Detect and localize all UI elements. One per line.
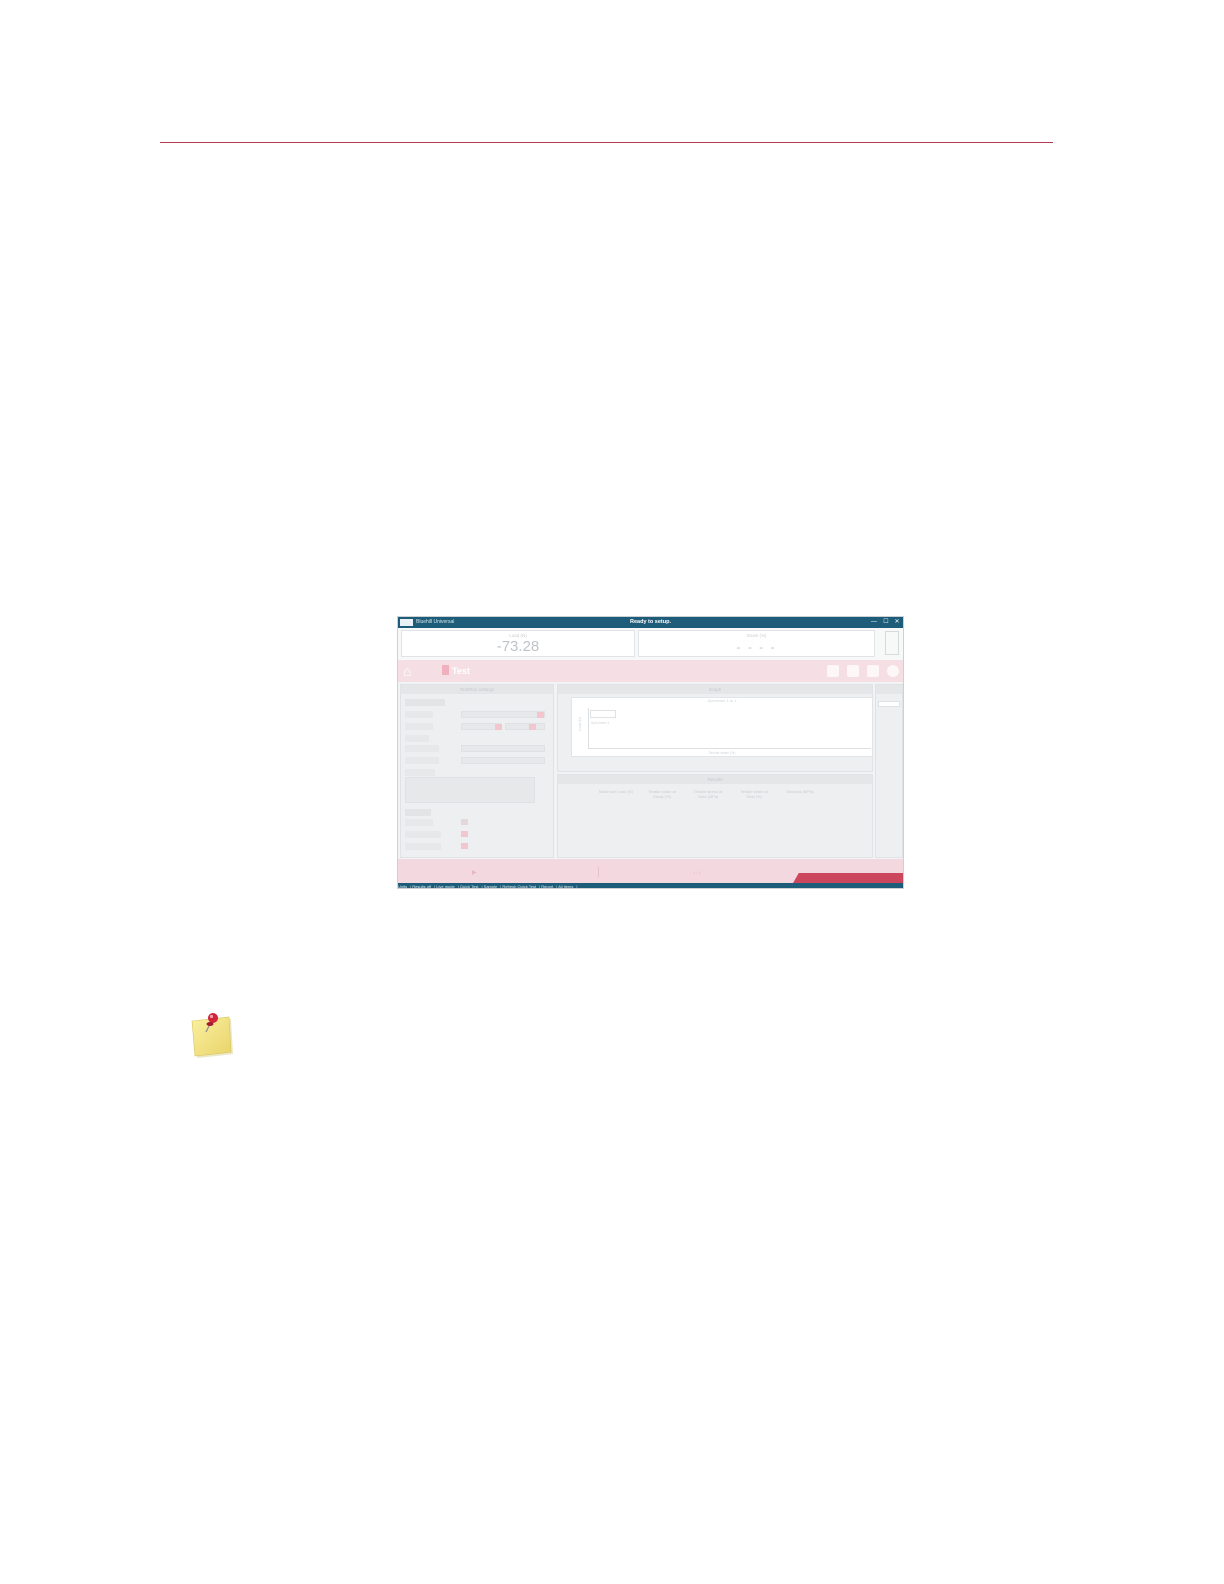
bar-divider bbox=[598, 867, 599, 877]
checkbox[interactable] bbox=[461, 843, 468, 849]
results-col-header: Tensile strain at Break (%) bbox=[648, 789, 676, 799]
status-item[interactable]: Sample bbox=[484, 884, 498, 888]
graph-xlabel: Tensile strain (%) bbox=[708, 751, 736, 755]
close-button[interactable]: ✕ bbox=[892, 618, 902, 627]
live-readouts: Load (N) -73.28 Strain (%) - - - - bbox=[398, 628, 903, 660]
maximize-button[interactable]: ☐ bbox=[881, 618, 891, 627]
section-header bbox=[405, 809, 431, 816]
field-label bbox=[405, 735, 429, 742]
flag-icon[interactable] bbox=[827, 665, 839, 677]
right-tool-strip bbox=[875, 684, 903, 858]
field-label bbox=[405, 711, 433, 718]
settings-field[interactable] bbox=[505, 723, 545, 730]
results-col-header: Modulus (MPa) bbox=[786, 789, 814, 794]
field-label bbox=[405, 831, 441, 838]
status-item[interactable]: Live mode bbox=[436, 884, 454, 888]
app-screenshot: Bluehill Universal Ready to setup. — ☐ ✕… bbox=[397, 616, 904, 889]
thumbs-up-icon[interactable] bbox=[867, 665, 879, 677]
field-clear-icon[interactable] bbox=[537, 712, 544, 718]
graph-title: Specimen 1 to 1 bbox=[707, 698, 737, 703]
strain-readout-value: - - - - bbox=[736, 640, 777, 654]
right-strip-head bbox=[876, 685, 902, 694]
load-readout-value: -73.28 bbox=[496, 638, 540, 655]
checkbox[interactable] bbox=[461, 831, 468, 837]
header-rule bbox=[160, 142, 1053, 143]
section-header bbox=[405, 699, 445, 706]
results-col-header: Tensile stress at Yield (MPa) bbox=[693, 789, 723, 799]
results-panel: Results Maximum Load (N) Tensile strain … bbox=[557, 774, 873, 858]
strain-readout[interactable]: Strain (%) - - - - bbox=[638, 630, 875, 657]
status-item[interactable]: Units bbox=[398, 884, 407, 888]
results-panel-title: Results bbox=[558, 775, 872, 784]
status-item[interactable]: Quick Test bbox=[460, 884, 479, 888]
test-icon bbox=[442, 665, 449, 675]
readout-panel-icon[interactable] bbox=[885, 631, 899, 655]
graph-plot bbox=[588, 708, 871, 749]
status-item[interactable]: All items bbox=[558, 884, 573, 888]
field-label bbox=[405, 723, 433, 730]
results-col-header: Tensile strain at Yield (%) bbox=[740, 789, 768, 799]
play-button[interactable]: ▶ bbox=[472, 869, 477, 876]
graph-panel-title: Graph bbox=[558, 685, 872, 694]
load-readout[interactable]: Load (N) -73.28 bbox=[401, 630, 635, 657]
field-toggle-icon[interactable] bbox=[529, 724, 536, 730]
field-label bbox=[405, 843, 441, 850]
run-control-bar: ▶ 1 / 1 bbox=[398, 859, 903, 883]
right-strip-field[interactable] bbox=[878, 701, 900, 707]
home-icon[interactable]: ⌂ bbox=[403, 664, 417, 678]
settings-field[interactable] bbox=[461, 711, 545, 718]
field-label bbox=[405, 757, 439, 764]
graph-area[interactable]: Specimen 1 to 1 Specimen 1 Tensile strai… bbox=[571, 697, 873, 757]
minimize-button[interactable]: — bbox=[869, 618, 879, 627]
accent-stripe bbox=[793, 873, 903, 883]
graph-ylabel: Load (N) bbox=[577, 717, 582, 731]
notes-area[interactable] bbox=[405, 777, 535, 803]
graph-legend-label: Specimen 1 bbox=[591, 721, 610, 725]
settings-panel-title: Test/Run settings bbox=[401, 685, 553, 694]
graph-panel: Graph Specimen 1 to 1 Specimen 1 Tensile… bbox=[557, 684, 873, 772]
report-icon[interactable] bbox=[847, 665, 859, 677]
results-col-header: Maximum Load (N) bbox=[598, 789, 633, 794]
status-bar: Units | Results off | Live mode | Quick Tes… bbox=[398, 883, 903, 888]
field-label bbox=[405, 745, 439, 752]
tab-test[interactable]: Test bbox=[442, 665, 470, 676]
status-item[interactable]: Refresh Quick Test bbox=[502, 884, 536, 888]
help-icon[interactable] bbox=[887, 665, 899, 677]
status-item[interactable]: Results off bbox=[412, 884, 431, 888]
settings-field[interactable] bbox=[461, 757, 545, 764]
graph-legend: Specimen 1 bbox=[590, 710, 616, 725]
pushpin-note-icon bbox=[191, 1013, 233, 1058]
nav-bar: ⌂ Test bbox=[398, 660, 903, 682]
field-label bbox=[405, 819, 433, 826]
field-label bbox=[405, 769, 435, 776]
title-bar: Bluehill Universal Ready to setup. — ☐ ✕ bbox=[398, 617, 903, 628]
window-status: Ready to setup. bbox=[630, 619, 671, 625]
field-toggle-icon[interactable] bbox=[495, 724, 502, 730]
checkbox[interactable] bbox=[461, 819, 468, 825]
specimen-counter: 1 / 1 bbox=[693, 870, 701, 875]
status-item[interactable]: Report bbox=[541, 884, 553, 888]
settings-panel: Test/Run settings bbox=[400, 684, 554, 858]
results-columns: Maximum Load (N) Tensile strain at Break… bbox=[598, 789, 858, 803]
settings-field[interactable] bbox=[461, 745, 545, 752]
tab-test-label: Test bbox=[452, 666, 470, 676]
